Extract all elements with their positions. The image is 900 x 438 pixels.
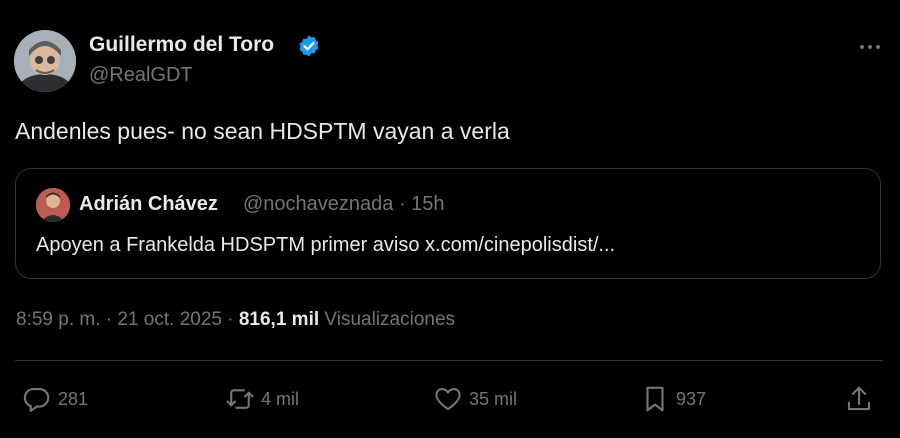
quoted-author-name[interactable]: Adrián Chávez [79,193,218,216]
retweet-icon [226,389,254,409]
tweet-text: Andenles pues- no sean HDSPTM vayan a ve… [15,118,510,144]
like-button[interactable]: 35 mil [433,382,517,416]
views-label: Visualizaciones [319,309,456,330]
reply-count: 281 [58,388,89,409]
reply-button[interactable]: 281 [22,382,88,416]
quoted-avatar[interactable] [36,188,70,222]
verified-badge-icon [299,35,319,57]
bookmark-icon [646,386,664,412]
share-icon [847,386,871,411]
quoted-tweet[interactable]: Adrián Chávez @nochaveznada · 15h Apoyen… [15,168,881,279]
tweet: Guillermo del Toro @RealGDT Andenles pue… [0,0,900,438]
share-button[interactable] [844,382,874,416]
timestamp[interactable]: 8:59 p. m. · 21 oct. 2025 · [16,309,239,330]
reply-icon [23,387,50,412]
views-count: 816,1 mil [238,309,320,330]
heart-icon [435,387,461,411]
retweet-button[interactable]: 4 mil [225,382,299,416]
quoted-handle-time[interactable]: @nochaveznada · 15h [243,193,445,216]
author-avatar[interactable] [14,30,76,92]
tweet-metadata: 8:59 p. m. · 21 oct. 2025 · 816,1 mil Vi… [16,309,455,331]
quoted-text: Apoyen a Frankelda HDSPTM primer aviso x… [36,234,616,256]
author-name[interactable]: Guillermo del Toro [89,33,274,57]
more-options-icon[interactable] [856,40,884,54]
like-count: 35 mil [469,388,518,409]
divider [15,360,883,361]
retweet-count: 4 mil [261,388,300,409]
bookmark-button[interactable]: 937 [640,382,706,416]
bookmark-count: 937 [676,388,707,409]
author-handle[interactable]: @RealGDT [89,64,193,87]
